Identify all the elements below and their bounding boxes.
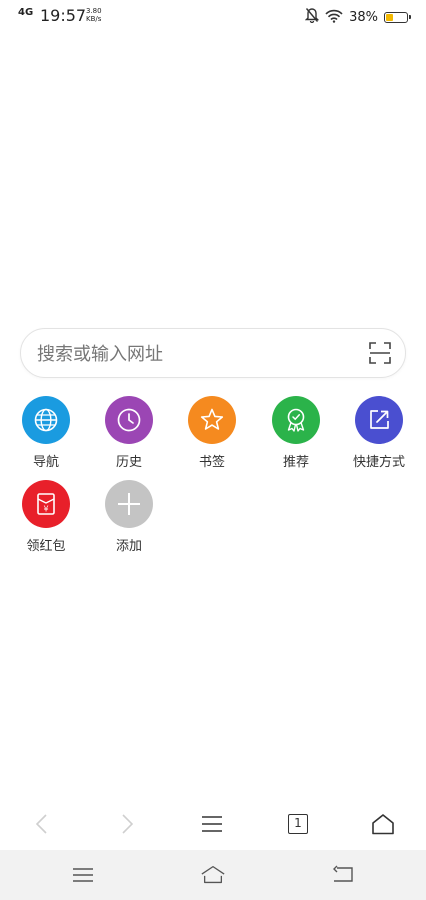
system-navigation-bar (0, 850, 426, 900)
battery-level (386, 13, 394, 21)
share-icon (355, 396, 403, 444)
menu-icon (202, 816, 222, 832)
back-button[interactable] (28, 810, 56, 838)
tabs-button[interactable]: 1 (284, 810, 312, 838)
quick-link-label: 添加 (115, 539, 142, 554)
quick-link-label: 书签 (198, 455, 225, 470)
star-icon (188, 396, 236, 444)
svg-text:¥: ¥ (43, 505, 48, 514)
quick-link-label: 推荐 (282, 455, 309, 470)
browser-toolbar: 1 (0, 800, 426, 848)
quick-link-history[interactable]: 历史 (89, 396, 169, 470)
chevron-left-icon (35, 814, 47, 834)
clock-icon (105, 396, 153, 444)
quick-link-red-envelope[interactable]: ¥ 领红包 (6, 480, 86, 554)
status-icons: 38% (304, 7, 411, 27)
status-time: 19:57 (40, 6, 87, 25)
system-back-button[interactable] (330, 863, 356, 887)
home-button[interactable] (369, 810, 397, 838)
red-envelope-icon: ¥ (22, 480, 70, 528)
back-arrow-icon (333, 865, 353, 882)
quick-link-label: 快捷方式 (352, 455, 405, 470)
scan-button[interactable] (369, 342, 391, 364)
menu-icon (73, 868, 93, 882)
quick-link-label: 领红包 (26, 539, 66, 554)
home-icon (201, 865, 225, 884)
network-speed: 3.80 KB/s (86, 7, 102, 23)
quick-link-recommend[interactable]: 推荐 (256, 396, 336, 470)
battery-percent: 38% (349, 9, 378, 25)
add-quick-link-button[interactable]: 添加 (89, 480, 169, 554)
recent-apps-button[interactable] (70, 863, 96, 887)
battery-icon (384, 11, 411, 23)
quick-link-label: 导航 (32, 455, 59, 470)
plus-icon (105, 480, 153, 528)
quick-link-bookmarks[interactable]: 书签 (172, 396, 252, 470)
quick-link-label: 历史 (115, 455, 142, 470)
tab-count: 1 (288, 814, 308, 834)
system-home-button[interactable] (200, 863, 226, 887)
silent-mode-icon (304, 7, 320, 27)
globe-icon (22, 396, 70, 444)
quick-link-navigation[interactable]: 导航 (6, 396, 86, 470)
scan-icon (369, 342, 391, 364)
search-input[interactable] (35, 329, 359, 379)
menu-button[interactable] (198, 810, 226, 838)
network-indicator: 4G (18, 7, 34, 18)
badge-icon (272, 396, 320, 444)
search-bar (20, 328, 406, 379)
status-bar: 4G 19:57 3.80 KB/s 38% (0, 0, 426, 34)
network-speed-value: 3.80 (86, 7, 102, 15)
forward-button[interactable] (113, 810, 141, 838)
chevron-right-icon (122, 814, 134, 834)
wifi-icon (325, 8, 343, 27)
quick-link-shortcuts[interactable]: 快捷方式 (339, 396, 419, 470)
network-speed-unit: KB/s (86, 15, 102, 23)
home-icon (372, 814, 394, 835)
